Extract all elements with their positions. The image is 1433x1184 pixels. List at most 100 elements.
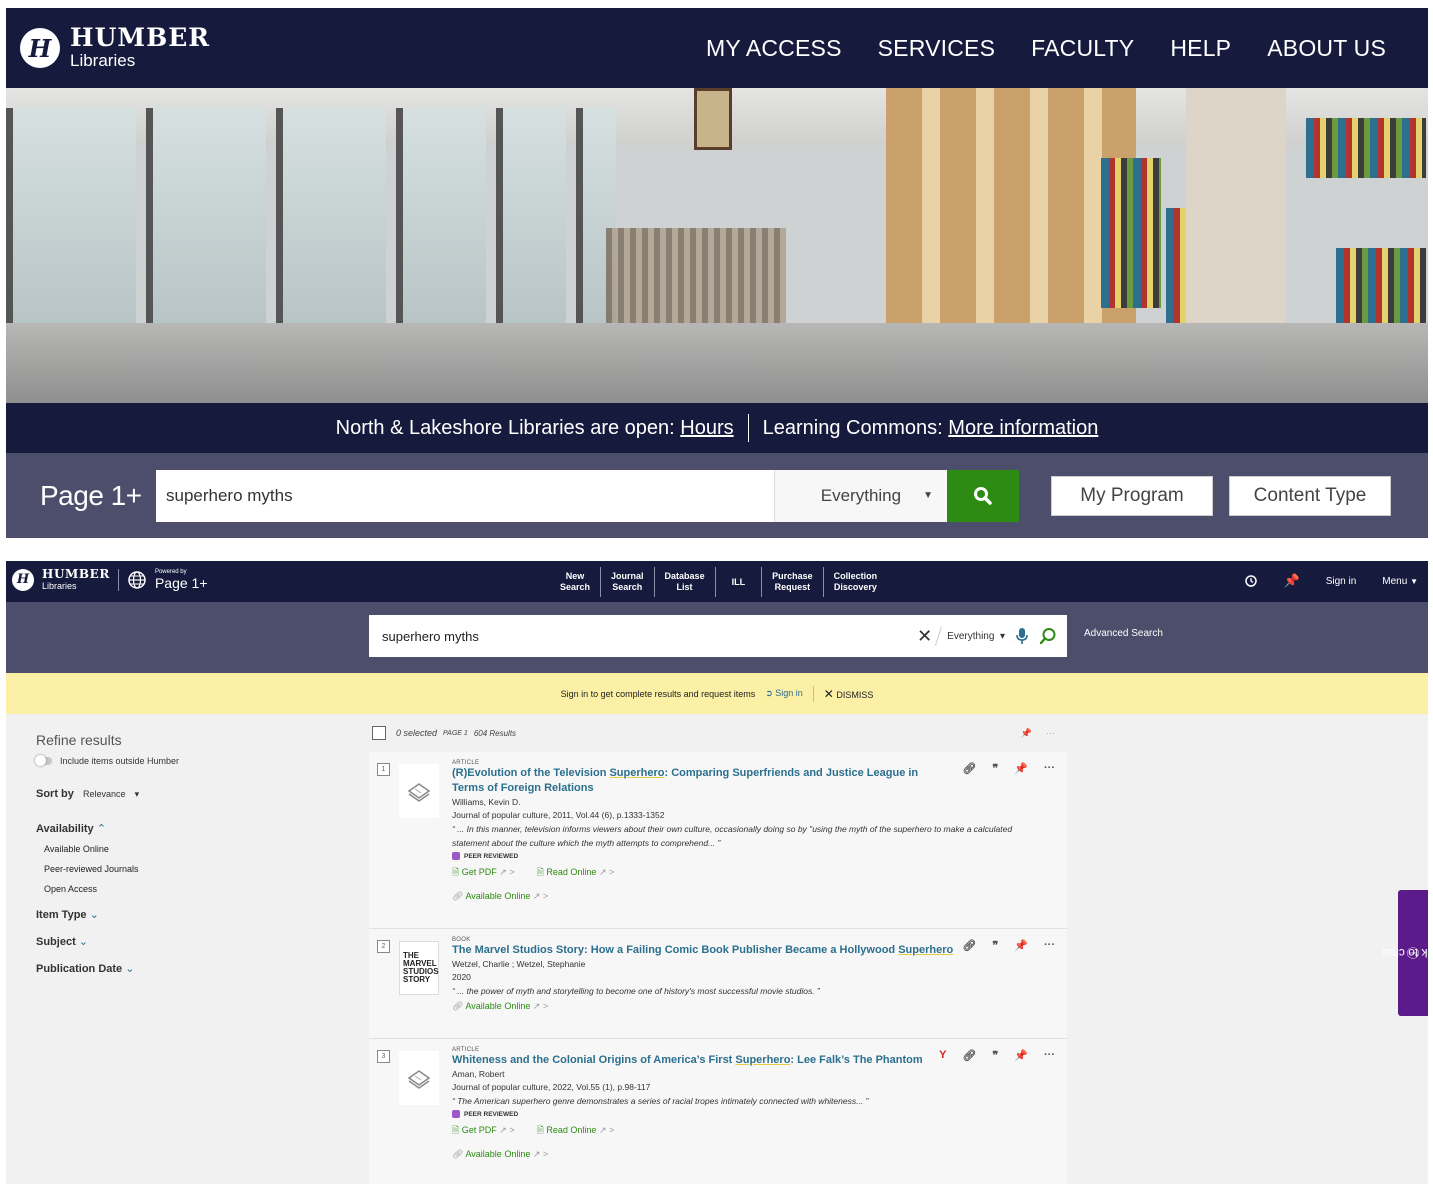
result-actions: 🔗︎ ❞ 📌 ··· <box>962 939 1055 952</box>
external-link-icon: ↗ > <box>598 1125 615 1135</box>
facet-subject[interactable]: Subject ⌄ <box>36 935 336 948</box>
portal-search-input[interactable]: superhero myths <box>156 469 774 522</box>
primo-search-box: superhero myths ✕ Everything ▾ <box>369 615 1067 657</box>
more-icon[interactable]: ··· <box>1044 762 1055 775</box>
result-title[interactable]: (R)Evolution of the Television Superhero… <box>452 766 942 796</box>
facet-item-type[interactable]: Item Type ⌄ <box>36 908 336 921</box>
citation-icon[interactable]: ❞ <box>992 1049 998 1062</box>
result-actions: Y 🔗︎ ❞ 📌 ··· <box>939 1049 1055 1062</box>
menu-button[interactable]: Menu ▼ <box>1382 576 1418 587</box>
nav-services[interactable]: SERVICES <box>878 35 996 62</box>
search-icon[interactable] <box>1039 627 1057 645</box>
facet-open-access[interactable]: Open Access <box>36 884 336 894</box>
chevron-down-icon: ⌄ <box>125 963 135 975</box>
pin-icon[interactable]: 📌 <box>1014 1049 1028 1062</box>
peer-reviewed-icon <box>452 1110 460 1118</box>
nav-help[interactable]: HELP <box>1170 35 1231 62</box>
clear-icon[interactable]: ✕ <box>917 626 932 647</box>
selected-count: 0 selected <box>396 728 438 738</box>
nav-new-search[interactable]: New Search <box>550 567 602 597</box>
advanced-search-link[interactable]: Advanced Search <box>1084 628 1163 639</box>
get-pdf-link[interactable]: 🗎 Get PDF ↗ > <box>452 1123 515 1139</box>
sort-by[interactable]: Sort by Relevance ▾ <box>36 788 336 800</box>
more-icon[interactable]: ··· <box>1044 1049 1055 1062</box>
pin-icon[interactable]: 📌 <box>1284 573 1300 589</box>
facet-availability[interactable]: Availability ⌃ <box>36 822 336 835</box>
portal-scope-select[interactable]: Everything ▼ <box>774 469 947 522</box>
citation-icon[interactable]: ❞ <box>992 762 998 775</box>
sign-in-link[interactable]: Sign in <box>1326 576 1357 587</box>
link-icon: 🔗︎ <box>452 1001 464 1011</box>
link-icon: 🔗︎ <box>452 891 464 901</box>
available-online-link[interactable]: 🔗︎ Available Online ↗ > <box>452 1001 1067 1012</box>
include-outside-toggle[interactable]: Include items outside Humber <box>35 755 336 766</box>
nav-purchase-request[interactable]: Purchase Request <box>762 567 824 597</box>
primo-search-bar: superhero myths ✕ Everything ▾ Advanced … <box>6 602 1428 673</box>
available-online-link[interactable]: 🔗︎ Available Online ↗ > <box>452 1149 1067 1160</box>
primo-scope-select[interactable]: Everything ▾ <box>947 631 1005 642</box>
pin-icon[interactable]: 📌 <box>1014 762 1028 775</box>
available-online-link[interactable]: 🔗︎ Available Online ↗ > <box>452 891 1067 902</box>
external-link-icon: ↗ > <box>532 1149 549 1159</box>
hours-link[interactable]: Hours <box>680 417 733 440</box>
select-all-checkbox[interactable] <box>372 726 386 740</box>
history-icon[interactable] <box>1244 574 1258 588</box>
article-thumbnail[interactable] <box>399 764 439 818</box>
my-program-button[interactable]: My Program <box>1051 475 1213 516</box>
humber-logo[interactable]: H HUMBER Libraries <box>20 25 210 71</box>
nav-database-list[interactable]: Database List <box>655 567 716 597</box>
banner-sign-in[interactable]: ➲ Sign in <box>765 688 803 699</box>
book-cover[interactable]: THE MARVEL STUDIOS STORY <box>399 941 439 995</box>
primo-search-input[interactable]: superhero myths <box>382 629 917 644</box>
logo-name: HUMBER <box>70 23 211 52</box>
result-author: Williams, Kevin D. <box>452 797 521 807</box>
altmetric-icon[interactable]: Y <box>939 1049 946 1062</box>
result-card[interactable]: 2 THE MARVEL STUDIOS STORY 🔗︎ ❞ 📌 ··· BO… <box>369 929 1067 1039</box>
read-online-link[interactable]: 🗎 Read Online ↗ > <box>537 1123 615 1139</box>
page1-logo: Page 1+ <box>40 479 142 511</box>
link-icon[interactable]: 🔗︎ <box>962 762 976 775</box>
nav-ill[interactable]: ILL <box>716 567 763 597</box>
toggle-label: Include items outside Humber <box>60 756 180 766</box>
sort-value[interactable]: Relevance <box>83 789 126 799</box>
globe-icon <box>128 570 146 589</box>
article-thumbnail[interactable] <box>399 1051 439 1105</box>
more-icon[interactable]: ··· <box>1044 939 1055 952</box>
portal-search-button[interactable] <box>947 469 1019 522</box>
result-title[interactable]: Whiteness and the Colonial Origins of Am… <box>452 1053 942 1068</box>
brand-sub: Libraries <box>42 581 77 591</box>
portal-search-bar: Page 1+ superhero myths Everything ▼ My … <box>6 453 1428 538</box>
result-card[interactable]: 3 Y 🔗︎ ❞ 📌 ··· ARTICLE Whiteness and the… <box>369 1039 1067 1184</box>
portal-header: H HUMBER Libraries MY ACCESS SERVICES FA… <box>6 8 1428 88</box>
nav-faculty[interactable]: FACULTY <box>1031 35 1134 62</box>
click-to-chat-tab[interactable]: click to chat ⓘ <box>1382 890 1428 1016</box>
link-icon[interactable]: 🔗︎ <box>962 939 976 952</box>
nav-collection-discovery[interactable]: Collection Discovery <box>824 567 888 597</box>
result-snippet: “ ... In this manner, television informs… <box>452 824 1013 848</box>
content-type-button[interactable]: Content Type <box>1229 475 1391 516</box>
citation-icon[interactable]: ❞ <box>992 939 998 952</box>
result-title[interactable]: The Marvel Studios Story: How a Failing … <box>452 943 972 958</box>
get-pdf-link[interactable]: 🗎 Get PDF ↗ > <box>452 865 515 881</box>
nav-my-access[interactable]: MY ACCESS <box>706 35 842 62</box>
sign-in-icon: ➲ <box>765 688 773 698</box>
read-online-link[interactable]: 🗎 Read Online ↗ > <box>537 865 615 881</box>
more-info-link[interactable]: More information <box>948 417 1098 440</box>
microphone-icon[interactable] <box>1015 627 1029 645</box>
pin-icon[interactable]: 📌 <box>1014 939 1028 952</box>
header-actions: 📌 Sign in Menu ▼ <box>1244 573 1418 589</box>
facet-peer-reviewed[interactable]: Peer-reviewed Journals <box>36 864 336 874</box>
result-card[interactable]: 1 🔗︎ ❞ 📌 ··· ARTICLE (R)Evolution of the… <box>369 752 1067 929</box>
refine-panel: Refine results Include items outside Hum… <box>35 732 336 989</box>
nav-journal-search[interactable]: Journal Search <box>601 567 655 597</box>
pin-icon[interactable]: 📌 <box>1021 728 1032 739</box>
facet-publication-date[interactable]: Publication Date ⌄ <box>36 962 336 975</box>
toggle-switch[interactable] <box>35 755 52 766</box>
facet-available-online[interactable]: Available Online <box>36 844 336 854</box>
nav-about-us[interactable]: ABOUT US <box>1267 35 1386 62</box>
dismiss-button[interactable]: ✕ DISMISS <box>824 687 874 701</box>
article-icon <box>407 1070 431 1089</box>
primo-brand[interactable]: H HUMBER Libraries Powered by Page 1+ <box>12 568 208 591</box>
link-icon[interactable]: 🔗︎ <box>962 1049 976 1062</box>
more-icon[interactable]: ··· <box>1046 728 1055 739</box>
